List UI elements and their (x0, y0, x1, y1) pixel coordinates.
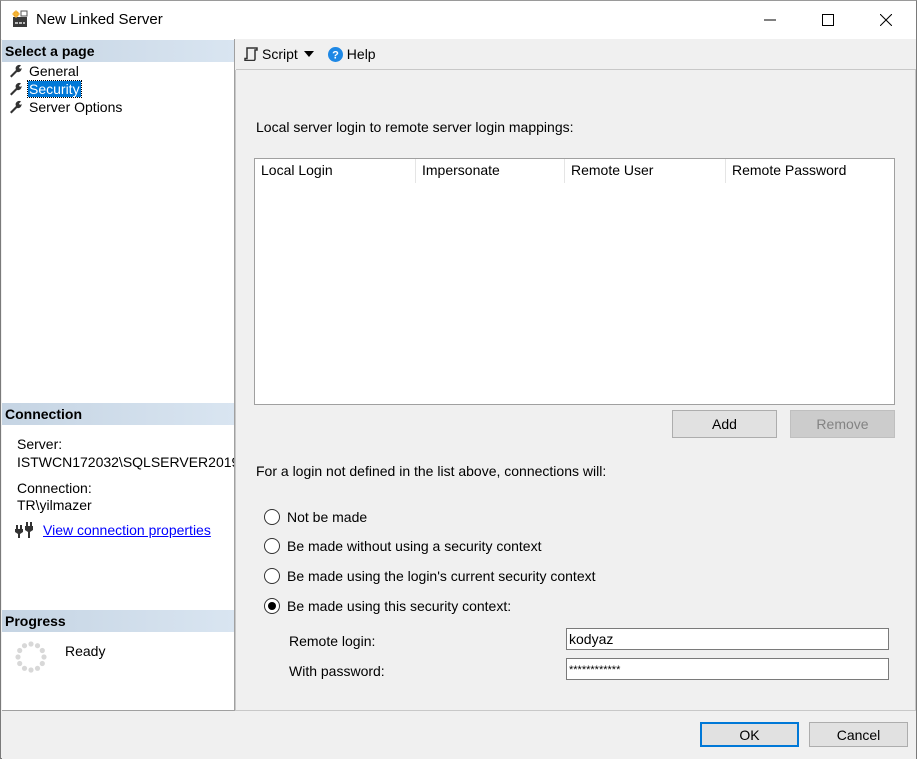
page-item-label: General (29, 63, 79, 79)
wrench-icon (10, 64, 22, 78)
remote-login-label: Remote login: (289, 633, 376, 649)
script-button[interactable]: Script (244, 46, 298, 62)
dialog-footer: OK Cancel (2, 712, 916, 759)
select-page-header: Select a page (2, 40, 234, 62)
grid-header: Local Login Impersonate Remote User Remo… (255, 159, 894, 183)
wrench-icon (10, 82, 22, 96)
option-label: Be made using the login's current securi… (287, 568, 596, 584)
column-header-impersonate[interactable]: Impersonate (416, 159, 565, 183)
page-item-label: Server Options (29, 99, 123, 115)
maximize-button[interactable] (799, 1, 857, 39)
option-this-security-context[interactable]: Be made using this security context: (264, 598, 511, 614)
mappings-label: Local server login to remote server logi… (256, 119, 574, 135)
column-header-remote-password[interactable]: Remote Password (726, 159, 894, 183)
column-header-remote-user[interactable]: Remote User (565, 159, 726, 183)
option-label: Be made without using a security context (287, 538, 542, 554)
linked-server-icon (12, 10, 28, 27)
page-item-general[interactable]: General (9, 62, 80, 80)
remove-button[interactable]: Remove (790, 410, 895, 438)
option-current-security-context[interactable]: Be made using the login's current securi… (264, 568, 596, 584)
password-input[interactable] (566, 658, 889, 680)
password-label: With password: (289, 663, 385, 679)
ok-button[interactable]: OK (700, 722, 799, 747)
undefined-login-label: For a login not defined in the list abov… (256, 463, 607, 479)
connection-header: Connection (2, 403, 234, 425)
progress-spinner-icon (15, 641, 47, 673)
new-linked-server-dialog: New Linked Server Select a page General … (0, 0, 917, 759)
chevron-down-icon (303, 51, 314, 57)
connection-label: Connection: (17, 480, 92, 496)
option-label: Be made using this security context: (287, 598, 512, 614)
view-connection-properties-link[interactable]: View connection properties (43, 522, 211, 538)
page-item-label: Security (27, 80, 82, 98)
progress-header: Progress (2, 610, 234, 632)
server-label: Server: (17, 436, 63, 452)
view-connection-properties[interactable]: View connection properties (15, 522, 211, 538)
option-label: Not be made (287, 509, 368, 525)
remote-login-input[interactable] (566, 628, 889, 650)
server-value: ISTWCN172032\SQLSERVER2019 (17, 454, 234, 470)
wrench-icon (10, 100, 22, 114)
help-label: Help (346, 46, 376, 62)
add-button[interactable]: Add (672, 410, 777, 438)
radio-button[interactable] (264, 568, 280, 584)
minimize-button[interactable] (741, 1, 799, 39)
radio-button[interactable] (264, 509, 280, 525)
maximize-icon (822, 14, 834, 26)
column-header-local-login[interactable]: Local Login (255, 159, 416, 183)
option-not-be-made[interactable]: Not be made (264, 509, 367, 525)
page-item-security[interactable]: Security (9, 80, 82, 98)
option-without-security-context[interactable]: Be made without using a security context (264, 538, 541, 554)
window-title: New Linked Server (36, 11, 163, 28)
radio-button-checked[interactable] (264, 598, 280, 614)
help-icon: ? (327, 46, 343, 62)
help-button[interactable]: ? Help (327, 46, 376, 62)
svg-text:?: ? (332, 49, 339, 61)
close-icon (880, 14, 892, 26)
security-page: Local server login to remote server logi… (235, 70, 916, 711)
left-pane: Select a page General Security Server Op… (2, 39, 235, 711)
plug-icon (15, 522, 33, 538)
close-button[interactable] (857, 1, 915, 39)
toolbar: Script ? Help (236, 39, 916, 70)
script-dropdown[interactable] (303, 51, 318, 57)
login-mappings-grid[interactable]: Local Login Impersonate Remote User Remo… (254, 158, 895, 405)
connection-value: TR\yilmazer (17, 497, 92, 513)
cancel-button[interactable]: Cancel (809, 722, 908, 747)
script-icon (244, 47, 258, 61)
script-label: Script (262, 46, 298, 62)
radio-button[interactable] (264, 538, 280, 554)
progress-status: Ready (65, 643, 106, 659)
page-item-server-options[interactable]: Server Options (9, 98, 123, 116)
title-bar: New Linked Server (1, 1, 916, 39)
minimize-icon (764, 19, 776, 21)
